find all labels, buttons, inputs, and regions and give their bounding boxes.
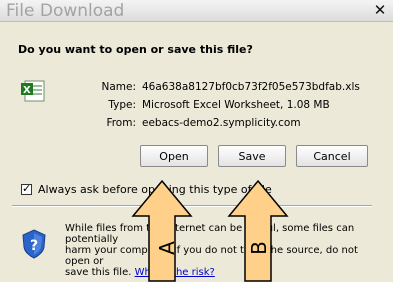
security-shield-icon: ? — [22, 229, 46, 259]
warning-line-1: While files from the Internet can be use… — [65, 223, 355, 245]
window-title: File Download — [6, 1, 125, 21]
close-icon[interactable]: ✕ — [372, 2, 388, 18]
file-from-value: eebacs-demo2.symplicity.com — [142, 117, 301, 129]
cancel-button[interactable]: Cancel — [296, 145, 368, 167]
warning-line-3: save this file. — [65, 267, 132, 278]
file-name-value: 46a638a8127bf0cb73f2f05e573bdfab.xls — [142, 81, 360, 93]
annotation-label-a: A — [154, 241, 179, 255]
title-bar: File Download ✕ — [0, 0, 393, 22]
file-type-label: Type: — [108, 99, 136, 111]
file-name-label: Name: — [101, 81, 136, 93]
annotation-arrow-a — [131, 179, 193, 282]
open-button[interactable]: Open — [140, 145, 208, 167]
file-from-row: From: eebacs-demo2.symplicity.com — [85, 117, 301, 129]
file-type-row: Type: Microsoft Excel Worksheet, 1.08 MB — [85, 99, 330, 111]
svg-text:?: ? — [30, 238, 38, 254]
question-text: Do you want to open or save this file? — [18, 43, 253, 56]
annotation-label-b: B — [246, 241, 271, 255]
svg-text:X: X — [23, 85, 31, 96]
file-type-value: Microsoft Excel Worksheet, 1.08 MB — [142, 99, 330, 111]
always-ask-checkbox[interactable]: ✓ — [21, 182, 32, 195]
file-name-row: Name: 46a638a8127bf0cb73f2f05e573bdfab.xl… — [85, 81, 360, 93]
excel-file-icon: X — [21, 80, 45, 102]
file-from-label: From: — [106, 117, 136, 129]
warning-line-2: harm your computer. If you do not trust … — [65, 245, 358, 267]
save-button[interactable]: Save — [218, 145, 286, 167]
warning-text: While files from the Internet can be use… — [65, 223, 385, 278]
checkmark-icon: ✓ — [22, 182, 32, 195]
annotation-arrow-b — [227, 179, 289, 282]
